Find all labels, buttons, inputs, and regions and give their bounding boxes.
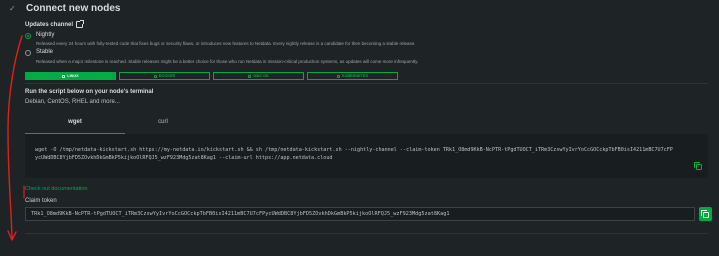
run-script-title: Run the script below on your node's term… [25,89,154,95]
radio-nightly[interactable] [25,33,31,39]
claim-token-label: Claim token [25,198,57,204]
radio-stable[interactable] [25,50,31,56]
tab-kubernetes[interactable]: KUBERNETES [307,72,398,80]
section-title: Connect new nodes [26,3,121,14]
tab-wget[interactable]: wget [25,119,125,125]
docker-icon [153,74,157,78]
claim-token-field[interactable]: TRk1_O8md9KkB-NcPTR-tPgdTUOCT_iTRm3CzswY… [25,207,695,221]
external-link-icon[interactable] [76,20,85,28]
command-box: wget -O /tmp/netdata-kickstart.sh https:… [25,134,708,178]
tab-docker-label: DOCKER [158,74,176,78]
tab-curl[interactable]: curl [113,119,213,125]
install-command[interactable]: wget -O /tmp/netdata-kickstart.sh https:… [35,146,675,162]
tab-linux-label: LINUX [67,74,79,78]
divider [25,233,708,234]
tab-docker[interactable]: DOCKER [119,72,210,80]
claim-token-value: TRk1_O8md9KkB-NcPTR-tPgdTUOCT_iTRm3CzswY… [31,211,450,217]
chevron-down-icon[interactable]: ✓ [9,4,16,13]
option-stable-label[interactable]: Stable [36,49,53,55]
copy-icon [701,210,709,218]
tab-macos[interactable]: MAC OS [213,72,304,80]
option-nightly-label[interactable]: Nightly [36,32,54,38]
tab-linux[interactable]: LINUX [25,72,116,80]
run-script-subtitle: Debian, CentOS, RHEL and more... [25,99,120,105]
tab-kubernetes-label: KUBERNETES [341,74,369,78]
apple-icon [248,74,252,78]
command-tabs: wget curl [25,115,708,135]
updates-channel-label: Updates channel [25,20,85,28]
os-tabs: LINUX DOCKER MAC OS KUBERNETES [25,72,398,80]
option-stable-description: Released when a major milestone is reach… [36,59,419,64]
updates-channel-text: Updates channel [25,21,74,28]
divider [25,83,708,84]
copy-icon[interactable] [694,162,702,170]
kubernetes-icon [336,74,340,78]
connect-nodes-panel: ✓ Connect new nodes Updates channel Nigh… [0,0,719,256]
copy-claim-token-button[interactable] [699,207,712,221]
linux-icon [62,74,66,78]
option-nightly-description: Released every 24 hours with fully-teste… [36,41,416,46]
documentation-link[interactable]: Check out documentation [25,186,87,192]
tab-macos-label: MAC OS [253,74,269,78]
